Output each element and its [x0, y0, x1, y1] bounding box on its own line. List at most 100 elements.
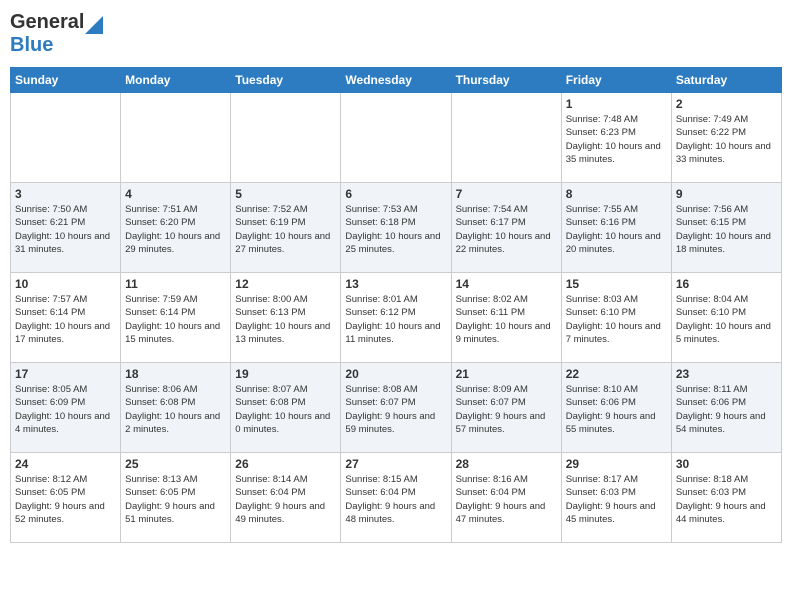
day-number: 6: [345, 187, 446, 201]
header-sunday: Sunday: [11, 68, 121, 93]
day-info: Sunrise: 8:04 AMSunset: 6:10 PMDaylight:…: [676, 293, 777, 346]
day-info: Sunrise: 7:49 AMSunset: 6:22 PMDaylight:…: [676, 113, 777, 166]
day-info: Sunrise: 7:53 AMSunset: 6:18 PMDaylight:…: [345, 203, 446, 256]
day-info: Sunrise: 8:12 AMSunset: 6:05 PMDaylight:…: [15, 473, 116, 526]
day-number: 27: [345, 457, 446, 471]
day-number: 13: [345, 277, 446, 291]
day-info: Sunrise: 8:05 AMSunset: 6:09 PMDaylight:…: [15, 383, 116, 436]
day-info: Sunrise: 7:48 AMSunset: 6:23 PMDaylight:…: [566, 113, 667, 166]
calendar-cell: 19 Sunrise: 8:07 AMSunset: 6:08 PMDayligh…: [231, 363, 341, 453]
day-info: Sunrise: 8:16 AMSunset: 6:04 PMDaylight:…: [456, 473, 557, 526]
calendar-header-row: SundayMondayTuesdayWednesdayThursdayFrid…: [11, 68, 782, 93]
day-number: 26: [235, 457, 336, 471]
day-info: Sunrise: 7:50 AMSunset: 6:21 PMDaylight:…: [15, 203, 116, 256]
day-info: Sunrise: 8:09 AMSunset: 6:07 PMDaylight:…: [456, 383, 557, 436]
calendar-week-1: 1 Sunrise: 7:48 AMSunset: 6:23 PMDaylight…: [11, 93, 782, 183]
calendar-cell: 29 Sunrise: 8:17 AMSunset: 6:03 PMDayligh…: [561, 453, 671, 543]
calendar-cell: 4Sunrise: 7:51 AMSunset: 6:20 PMDaylight…: [121, 183, 231, 273]
calendar-cell: 5 Sunrise: 7:52 AMSunset: 6:19 PMDaylight…: [231, 183, 341, 273]
calendar-cell: 25 Sunrise: 8:13 AMSunset: 6:05 PMDayligh…: [121, 453, 231, 543]
header-wednesday: Wednesday: [341, 68, 451, 93]
day-info: Sunrise: 8:00 AMSunset: 6:13 PMDaylight:…: [235, 293, 336, 346]
calendar-cell: [11, 93, 121, 183]
day-number: 12: [235, 277, 336, 291]
logo-text-general: General: [10, 11, 84, 34]
day-info: Sunrise: 7:59 AMSunset: 6:14 PMDaylight:…: [125, 293, 226, 346]
calendar-cell: 16 Sunrise: 8:04 AMSunset: 6:10 PMDayligh…: [671, 273, 781, 363]
day-info: Sunrise: 7:52 AMSunset: 6:19 PMDaylight:…: [235, 203, 336, 256]
calendar-cell: 12 Sunrise: 8:00 AMSunset: 6:13 PMDayligh…: [231, 273, 341, 363]
day-info: Sunrise: 8:14 AMSunset: 6:04 PMDaylight:…: [235, 473, 336, 526]
day-number: 18: [125, 367, 226, 381]
day-number: 20: [345, 367, 446, 381]
logo-icon: [85, 12, 103, 34]
header-thursday: Thursday: [451, 68, 561, 93]
calendar-cell: 17 Sunrise: 8:05 AMSunset: 6:09 PMDayligh…: [11, 363, 121, 453]
day-number: 22: [566, 367, 667, 381]
day-number: 9: [676, 187, 777, 201]
day-number: 10: [15, 277, 116, 291]
calendar-cell: 1 Sunrise: 7:48 AMSunset: 6:23 PMDaylight…: [561, 93, 671, 183]
day-number: 4: [125, 187, 226, 201]
calendar-week-5: 24 Sunrise: 8:12 AMSunset: 6:05 PMDayligh…: [11, 453, 782, 543]
day-number: 28: [456, 457, 557, 471]
day-number: 2: [676, 97, 777, 111]
calendar-table: SundayMondayTuesdayWednesdayThursdayFrid…: [10, 67, 782, 543]
day-number: 5: [235, 187, 336, 201]
day-number: 29: [566, 457, 667, 471]
day-number: 3: [15, 187, 116, 201]
calendar-cell: 3 Sunrise: 7:50 AMSunset: 6:21 PMDaylight…: [11, 183, 121, 273]
calendar-week-2: 3 Sunrise: 7:50 AMSunset: 6:21 PMDaylight…: [11, 183, 782, 273]
day-number: 1: [566, 97, 667, 111]
day-info: Sunrise: 8:07 AMSunset: 6:08 PMDaylight:…: [235, 383, 336, 436]
day-number: 23: [676, 367, 777, 381]
day-number: 15: [566, 277, 667, 291]
day-info: Sunrise: 7:55 AMSunset: 6:16 PMDaylight:…: [566, 203, 667, 256]
calendar-cell: [451, 93, 561, 183]
day-number: 24: [15, 457, 116, 471]
calendar-cell: 10Sunrise: 7:57 AMSunset: 6:14 PMDayligh…: [11, 273, 121, 363]
calendar-cell: 26 Sunrise: 8:14 AMSunset: 6:04 PMDayligh…: [231, 453, 341, 543]
logo-text-blue: Blue: [10, 34, 53, 56]
day-info: Sunrise: 8:17 AMSunset: 6:03 PMDaylight:…: [566, 473, 667, 526]
day-info: Sunrise: 7:54 AMSunset: 6:17 PMDaylight:…: [456, 203, 557, 256]
calendar-cell: 14 Sunrise: 8:02 AMSunset: 6:11 PMDayligh…: [451, 273, 561, 363]
calendar-cell: 2 Sunrise: 7:49 AMSunset: 6:22 PMDaylight…: [671, 93, 781, 183]
day-info: Sunrise: 8:06 AMSunset: 6:08 PMDaylight:…: [125, 383, 226, 436]
calendar-cell: 18 Sunrise: 8:06 AMSunset: 6:08 PMDayligh…: [121, 363, 231, 453]
day-number: 19: [235, 367, 336, 381]
day-number: 7: [456, 187, 557, 201]
calendar-cell: 13 Sunrise: 8:01 AMSunset: 6:12 PMDayligh…: [341, 273, 451, 363]
day-info: Sunrise: 8:18 AMSunset: 6:03 PMDaylight:…: [676, 473, 777, 526]
day-info: Sunrise: 8:13 AMSunset: 6:05 PMDaylight:…: [125, 473, 226, 526]
calendar-week-3: 10Sunrise: 7:57 AMSunset: 6:14 PMDayligh…: [11, 273, 782, 363]
calendar-cell: 30 Sunrise: 8:18 AMSunset: 6:03 PMDayligh…: [671, 453, 781, 543]
day-number: 30: [676, 457, 777, 471]
calendar-cell: 8 Sunrise: 7:55 AMSunset: 6:16 PMDaylight…: [561, 183, 671, 273]
day-info: Sunrise: 8:03 AMSunset: 6:10 PMDaylight:…: [566, 293, 667, 346]
day-number: 17: [15, 367, 116, 381]
day-number: 16: [676, 277, 777, 291]
calendar-cell: 20Sunrise: 8:08 AMSunset: 6:07 PMDayligh…: [341, 363, 451, 453]
calendar-cell: [341, 93, 451, 183]
day-info: Sunrise: 8:10 AMSunset: 6:06 PMDaylight:…: [566, 383, 667, 436]
page-header: General Blue: [10, 10, 782, 57]
header-tuesday: Tuesday: [231, 68, 341, 93]
day-number: 8: [566, 187, 667, 201]
header-friday: Friday: [561, 68, 671, 93]
day-info: Sunrise: 8:01 AMSunset: 6:12 PMDaylight:…: [345, 293, 446, 346]
day-number: 21: [456, 367, 557, 381]
calendar-cell: 7 Sunrise: 7:54 AMSunset: 6:17 PMDaylight…: [451, 183, 561, 273]
day-number: 14: [456, 277, 557, 291]
logo: General Blue: [10, 10, 103, 57]
calendar-week-4: 17 Sunrise: 8:05 AMSunset: 6:09 PMDayligh…: [11, 363, 782, 453]
day-info: Sunrise: 8:02 AMSunset: 6:11 PMDaylight:…: [456, 293, 557, 346]
day-info: Sunrise: 8:11 AMSunset: 6:06 PMDaylight:…: [676, 383, 777, 436]
day-number: 25: [125, 457, 226, 471]
calendar-cell: 27Sunrise: 8:15 AMSunset: 6:04 PMDayligh…: [341, 453, 451, 543]
calendar-cell: 15 Sunrise: 8:03 AMSunset: 6:10 PMDayligh…: [561, 273, 671, 363]
calendar-cell: [121, 93, 231, 183]
header-saturday: Saturday: [671, 68, 781, 93]
calendar-cell: 6 Sunrise: 7:53 AMSunset: 6:18 PMDaylight…: [341, 183, 451, 273]
calendar-cell: 28 Sunrise: 8:16 AMSunset: 6:04 PMDayligh…: [451, 453, 561, 543]
